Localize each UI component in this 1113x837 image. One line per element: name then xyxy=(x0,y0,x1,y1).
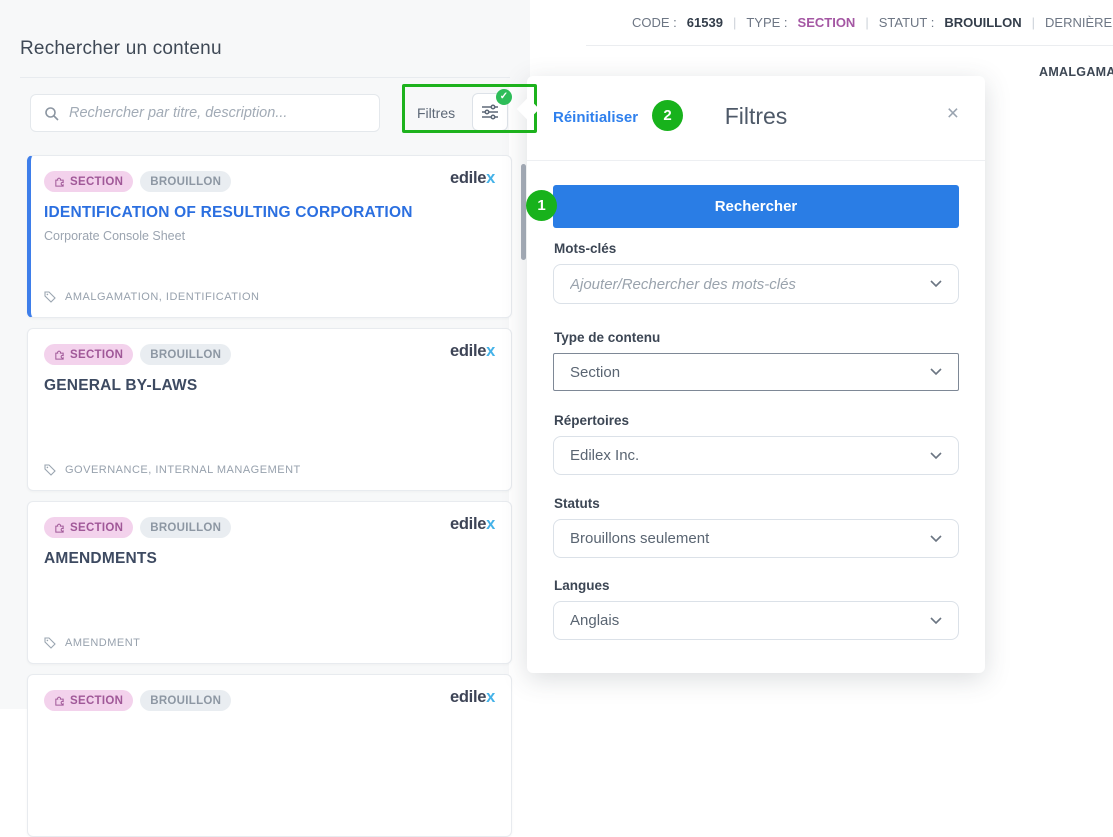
draft-badge: BROUILLON xyxy=(140,344,231,365)
panel-divider xyxy=(20,77,510,78)
card-title[interactable]: AMENDMENTS xyxy=(44,550,495,568)
card-tags: GOVERNANCE, INTERNAL MANAGEMENT xyxy=(44,464,301,476)
separator: | xyxy=(733,15,736,30)
puzzle-icon xyxy=(54,522,65,533)
card-tags-label: AMALGAMATION, IDENTIFICATION xyxy=(65,291,260,303)
tag-icon xyxy=(44,464,56,476)
keywords-field[interactable] xyxy=(553,264,959,304)
edilex-logo: edilex xyxy=(450,515,495,534)
dialog-divider xyxy=(527,160,985,161)
draft-badge: BROUILLON xyxy=(140,690,231,711)
card-badges: SECTION BROUILLON xyxy=(44,344,495,365)
code-label: CODE : xyxy=(632,15,677,30)
type-label: TYPE : xyxy=(746,15,787,30)
content-type-value: Section xyxy=(570,364,620,381)
header-divider xyxy=(586,45,1113,46)
statuses-label: Statuts xyxy=(554,496,600,511)
draft-badge-label: BROUILLON xyxy=(150,176,221,188)
tag-icon xyxy=(44,291,56,303)
section-badge-label: SECTION xyxy=(70,349,123,361)
annotation-step-2: 2 xyxy=(652,100,683,131)
draft-badge-label: BROUILLON xyxy=(150,349,221,361)
card-badges: SECTION BROUILLON xyxy=(44,517,495,538)
code-value: 61539 xyxy=(687,15,723,30)
chevron-down-icon xyxy=(930,368,942,376)
section-badge: SECTION xyxy=(44,517,133,538)
languages-select[interactable]: Anglais xyxy=(553,601,959,640)
card-tags: AMALGAMATION, IDENTIFICATION xyxy=(44,291,260,303)
directories-value: Edilex Inc. xyxy=(570,447,639,464)
statuses-value: Brouillons seulement xyxy=(570,530,709,547)
puzzle-icon xyxy=(54,349,65,360)
search-field[interactable] xyxy=(30,94,380,132)
card-badges: SECTION BROUILLON xyxy=(44,171,495,192)
content-type-label: Type de contenu xyxy=(554,330,660,345)
section-badge: SECTION xyxy=(44,690,133,711)
content-card-amendments[interactable]: SECTION BROUILLON edilex AMENDMENTS AMEN… xyxy=(27,501,512,664)
section-badge: SECTION xyxy=(44,344,133,365)
section-badge: SECTION xyxy=(44,171,133,192)
card-subtitle: Corporate Console Sheet xyxy=(44,229,495,243)
languages-label: Langues xyxy=(554,578,610,593)
separator: | xyxy=(1032,15,1035,30)
section-badge-label: SECTION xyxy=(70,522,123,534)
statut-value: BROUILLON xyxy=(944,15,1021,30)
card-badges: SECTION BROUILLON xyxy=(44,690,495,711)
edilex-logo: edilex xyxy=(450,169,495,188)
card-title[interactable]: GENERAL BY-LAWS xyxy=(44,377,495,395)
chevron-down-icon xyxy=(930,452,942,460)
draft-badge-label: BROUILLON xyxy=(150,522,221,534)
filters-active-check-icon: ✓ xyxy=(496,89,512,105)
type-value: SECTION xyxy=(798,15,856,30)
statuses-select[interactable]: Brouillons seulement xyxy=(553,519,959,558)
chevron-down-icon xyxy=(930,617,942,625)
chevron-down-icon xyxy=(930,280,942,288)
keywords-label: Mots-clés xyxy=(554,241,616,256)
edilex-logo: edilex xyxy=(450,342,495,361)
apply-filters-button[interactable]: Rechercher xyxy=(553,185,959,228)
directories-select[interactable]: Edilex Inc. xyxy=(553,436,959,475)
separator: | xyxy=(865,15,868,30)
content-card-identification[interactable]: SECTION BROUILLON edilex IDENTIFICATION … xyxy=(27,155,512,318)
card-tags: AMENDMENT xyxy=(44,637,140,649)
close-icon[interactable]: × xyxy=(947,103,959,124)
directories-label: Répertoires xyxy=(554,413,629,428)
content-card-partial[interactable]: SECTION BROUILLON edilex xyxy=(27,674,512,837)
edilex-logo: edilex xyxy=(450,688,495,707)
card-tags-label: AMENDMENT xyxy=(65,637,140,649)
section-badge-label: SECTION xyxy=(70,176,123,188)
content-card-bylaws[interactable]: SECTION BROUILLON edilex GENERAL BY-LAWS… xyxy=(27,328,512,491)
puzzle-icon xyxy=(54,695,65,706)
derniere-pub-label: DERNIÈRE PUB xyxy=(1045,15,1113,30)
section-badge-label: SECTION xyxy=(70,695,123,707)
content-type-select[interactable]: Section xyxy=(553,353,959,391)
document-tag: AMALGAMATION xyxy=(1031,64,1113,80)
card-tags-label: GOVERNANCE, INTERNAL MANAGEMENT xyxy=(65,464,301,476)
search-icon xyxy=(44,106,60,122)
document-meta-bar: CODE : 61539 | TYPE : SECTION | STATUT :… xyxy=(632,13,1113,31)
card-title[interactable]: IDENTIFICATION OF RESULTING CORPORATION xyxy=(44,204,495,222)
annotation-step-1: 1 xyxy=(526,190,557,221)
tag-icon xyxy=(44,637,56,649)
draft-badge-label: BROUILLON xyxy=(150,695,221,707)
scrollbar-thumb[interactable] xyxy=(521,164,526,260)
filters-dialog: Réinitialiser Filtres × Rechercher Mots-… xyxy=(527,76,985,673)
search-input[interactable] xyxy=(69,96,374,130)
draft-badge: BROUILLON xyxy=(140,171,231,192)
puzzle-icon xyxy=(54,176,65,187)
draft-badge: BROUILLON xyxy=(140,517,231,538)
chevron-down-icon xyxy=(930,535,942,543)
dialog-title: Filtres xyxy=(527,103,985,130)
languages-value: Anglais xyxy=(570,612,619,629)
page-title: Rechercher un contenu xyxy=(20,38,222,60)
statut-label: STATUT : xyxy=(879,15,935,30)
document-tag-label: AMALGAMATION xyxy=(1039,65,1113,79)
keywords-input[interactable] xyxy=(570,276,918,293)
